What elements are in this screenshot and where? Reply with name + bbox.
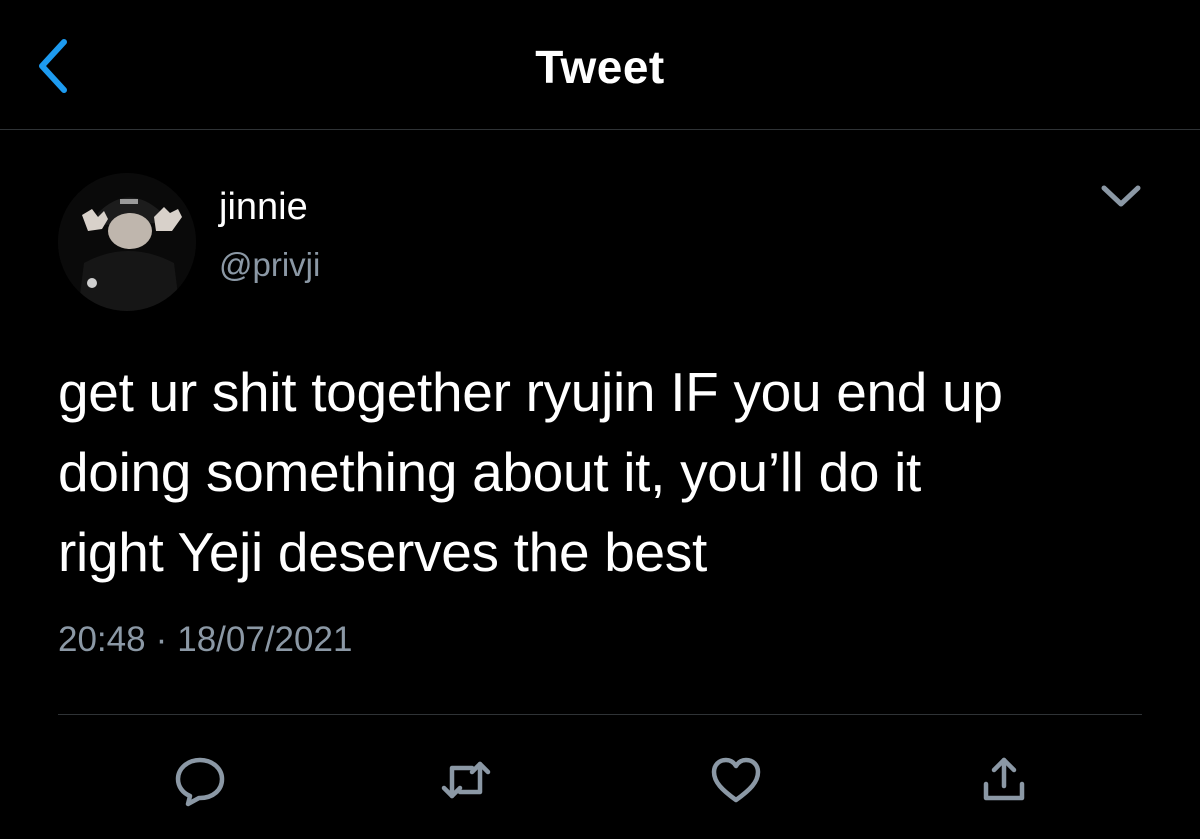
tweet-time: 20:48 <box>58 620 146 659</box>
retweet-button[interactable] <box>438 752 494 808</box>
page-title: Tweet <box>535 41 665 93</box>
display-name[interactable]: jinnie <box>219 186 308 229</box>
heart-icon <box>711 757 761 803</box>
share-button[interactable] <box>976 752 1032 808</box>
actions-divider <box>58 714 1142 715</box>
share-icon <box>983 757 1025 801</box>
tweet-text: get ur shit together ryujin IF you end u… <box>58 361 1003 583</box>
like-button[interactable] <box>708 752 764 808</box>
tweet-timestamp: 20:48 · 18/07/2021 <box>58 620 352 660</box>
meta-separator: · <box>155 620 168 659</box>
reply-icon <box>175 757 225 807</box>
reply-button[interactable] <box>172 752 228 808</box>
retweet-icon <box>441 761 491 799</box>
tweet-date: 18/07/2021 <box>177 620 353 659</box>
tweet-menu-button[interactable] <box>1096 178 1146 214</box>
chevron-down-icon <box>1101 185 1141 207</box>
user-handle[interactable]: @privji <box>219 246 320 284</box>
top-navigation-bar: Tweet <box>0 0 1200 130</box>
avatar[interactable] <box>58 173 196 311</box>
avatar-photo <box>58 173 196 311</box>
